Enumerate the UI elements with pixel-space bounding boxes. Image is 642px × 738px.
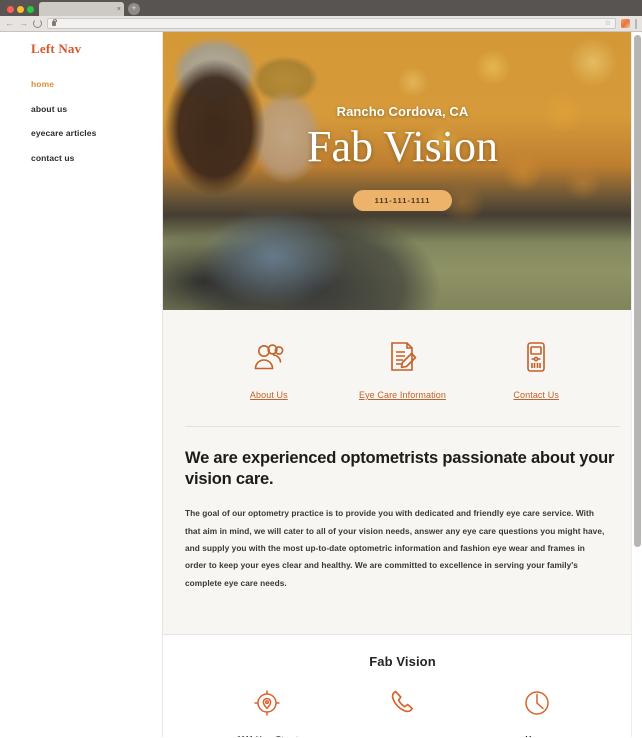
intro-text-section: We are experienced optometrists passiona…	[163, 427, 642, 593]
maximize-window-button[interactable]	[27, 6, 34, 13]
sidebar-title: Left Nav	[31, 41, 82, 56]
footer-address-line1: 1111 Your Street	[237, 732, 298, 737]
sidebar-item-about-us[interactable]: about us	[31, 104, 162, 114]
phoropter-device-icon	[519, 338, 553, 376]
page-viewport: Left Nav home about us eyecare articles …	[0, 32, 642, 737]
extension-icon[interactable]	[621, 19, 630, 28]
location-pin-icon	[251, 685, 283, 721]
clock-icon	[521, 685, 553, 721]
quick-link-label: Eye Care Information	[358, 390, 447, 400]
address-bar[interactable]: ☆	[47, 18, 616, 29]
browser-tab[interactable]: ×	[39, 2, 124, 16]
phone-handset-icon	[386, 685, 418, 721]
hero-phone-button[interactable]: 111-111-1111	[352, 189, 453, 211]
quick-links-row: About Us Eye Care Information Contact Us	[185, 338, 620, 400]
footer-title: Fab Vision	[369, 654, 436, 670]
sidebar-nav-list: home about us eyecare articles contact u…	[31, 79, 162, 163]
back-button[interactable]: ←	[5, 19, 14, 28]
footer-section: Fab Vision 1111 Your Street Any	[163, 634, 642, 737]
section-spacer	[163, 592, 642, 635]
tab-close-icon[interactable]: ×	[117, 6, 121, 13]
left-sidebar: Left Nav home about us eyecare articles …	[0, 32, 163, 737]
bookmark-star-icon[interactable]: ☆	[605, 20, 611, 27]
hero-title: Fab Vision	[307, 122, 498, 171]
browser-toolbar: ← → ☆	[0, 16, 642, 32]
footer-hours-heading: Hours	[525, 732, 550, 737]
footer-address-column: 1111 Your Street Any City, CA 99999	[201, 685, 334, 737]
page-scrollbar-thumb[interactable]	[634, 35, 641, 547]
quick-link-eye-care-information[interactable]: Eye Care Information	[337, 338, 469, 400]
forward-button[interactable]: →	[19, 19, 28, 28]
lock-icon	[52, 18, 58, 26]
sidebar-item-eyecare-articles[interactable]: eyecare articles	[31, 128, 162, 138]
hero-content: Rancho Cordova, CA Fab Vision 111-111-11…	[163, 32, 642, 310]
footer-hours-column: Hours Monday - Friday: 8 a.m. - 5	[471, 685, 604, 737]
quick-link-label: About Us	[249, 390, 288, 400]
page-body-copy: The goal of our optometry practice is to…	[185, 508, 605, 588]
document-pencil-icon	[386, 338, 420, 376]
browser-window: × + ← → ☆ Left Nav home about us eyecare…	[0, 0, 642, 738]
sidebar-item-home[interactable]: home	[31, 79, 162, 89]
footer-columns: 1111 Your Street Any City, CA 99999 111-…	[183, 685, 622, 737]
hero-location-text: Rancho Cordova, CA	[336, 104, 469, 119]
hero-section: Rancho Cordova, CA Fab Vision 111-111-11…	[163, 32, 642, 310]
minimize-window-button[interactable]	[17, 6, 24, 13]
page-scrollbar-track[interactable]	[631, 32, 642, 737]
quick-links-section: About Us Eye Care Information Contact Us	[163, 310, 642, 400]
reload-icon[interactable]	[33, 19, 42, 28]
footer-phone-column: 111-111-1111	[336, 685, 469, 737]
menu-icon[interactable]	[635, 18, 637, 29]
close-window-button[interactable]	[7, 6, 14, 13]
quick-link-contact-us[interactable]: Contact Us	[470, 338, 602, 400]
window-traffic-lights	[5, 6, 39, 16]
new-tab-button[interactable]: +	[128, 3, 140, 15]
page-headline: We are experienced optometrists passiona…	[185, 449, 615, 489]
people-icon	[252, 338, 286, 376]
sidebar-item-contact-us[interactable]: contact us	[31, 153, 162, 163]
main-content-column: Rancho Cordova, CA Fab Vision 111-111-11…	[163, 32, 642, 737]
quick-link-label: Contact Us	[513, 390, 559, 400]
browser-tab-strip: × +	[0, 0, 642, 16]
quick-link-about-us[interactable]: About Us	[203, 338, 335, 400]
